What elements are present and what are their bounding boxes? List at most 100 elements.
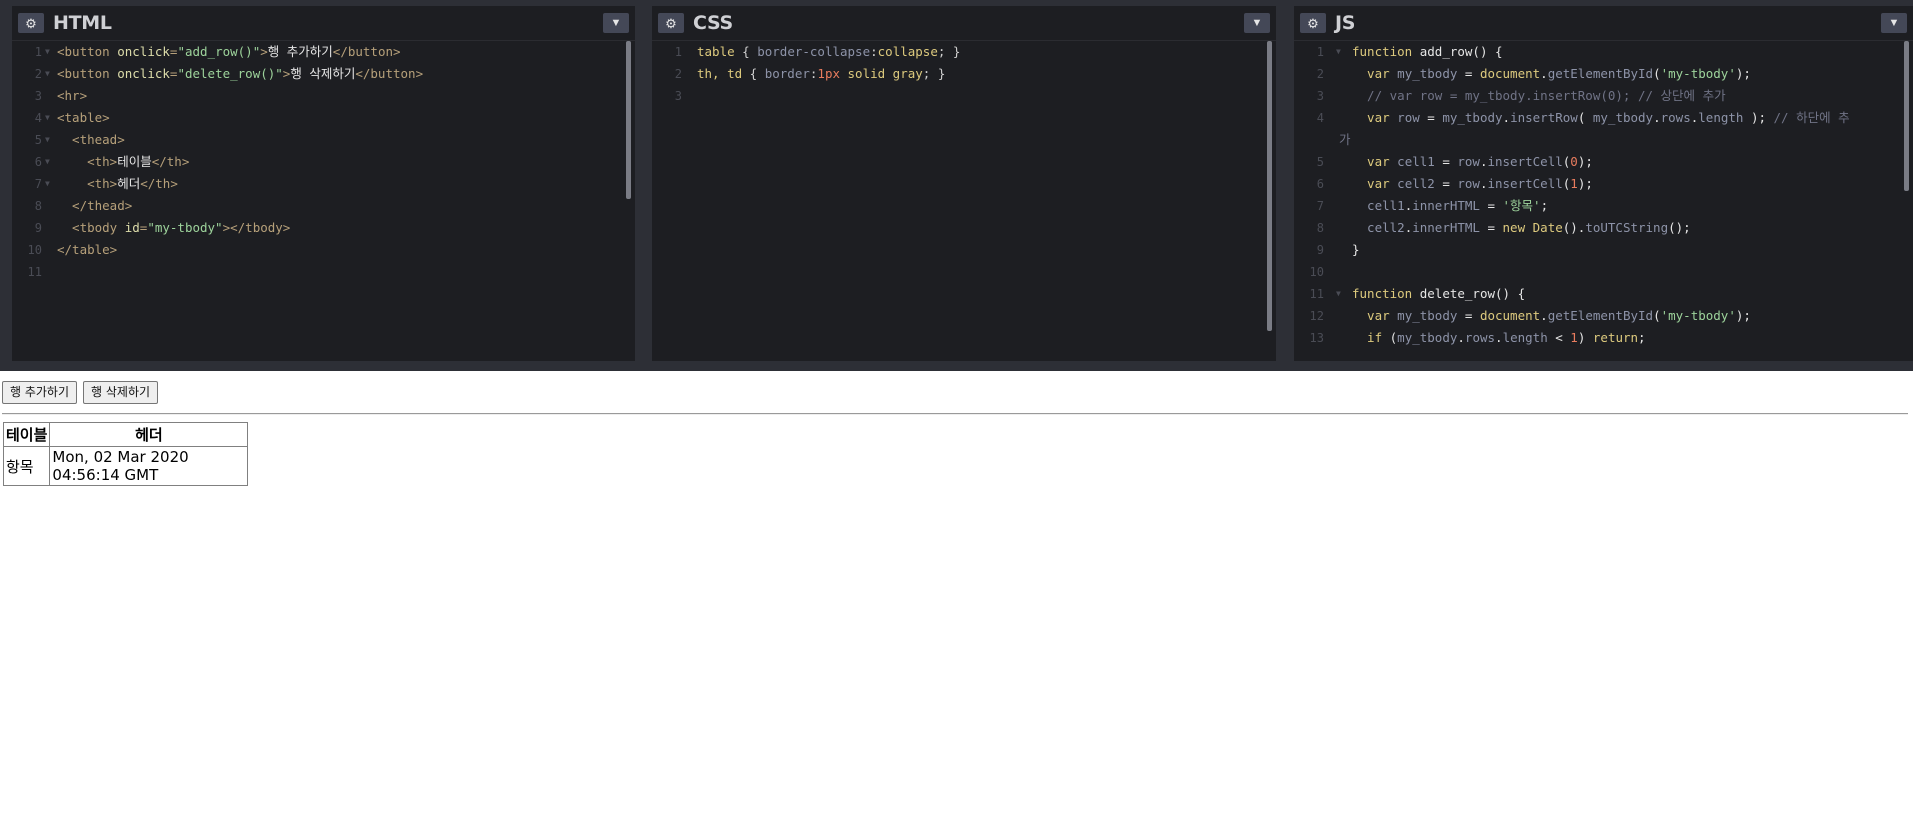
code-text: th, td { border:1px solid gray; } — [697, 66, 946, 81]
chevron-down-icon[interactable]: ▼ — [603, 13, 629, 33]
fold-arrow-icon[interactable]: ▼ — [1336, 41, 1341, 63]
js-pane-header: ⚙ JS ▼ — [1294, 6, 1913, 40]
css-pane-title: CSS — [693, 12, 733, 34]
code-line[interactable]: 2 ▼ <button onclick="delete_row()">행 삭제하기<… — [12, 63, 635, 85]
code-line[interactable]: 8 </thead> — [12, 195, 635, 217]
gear-icon[interactable]: ⚙ — [18, 13, 44, 33]
line-number: 11 — [27, 265, 42, 279]
code-line[interactable]: 6 var cell2 = row.insertCell(1); — [1294, 173, 1913, 195]
css-code-editor[interactable]: 1 table { border-collapse:collapse; } 2 th,… — [652, 41, 1276, 361]
table-cell: Mon, 02 Mar 2020 04:56:14 GMT — [49, 446, 249, 486]
line-number: 11 — [1309, 287, 1324, 301]
code-line[interactable]: 3 <hr> — [12, 85, 635, 107]
code-line[interactable]: 10 </table> — [12, 239, 635, 261]
code-line[interactable]: 5 var cell1 = row.insertCell(0); — [1294, 151, 1913, 173]
line-number: 2 — [674, 67, 682, 81]
line-number: 6 — [34, 155, 42, 169]
result-preview: 행 추가하기 행 삭제하기 테이블 헤더 항목 Mon, 02 Mar 2020… — [0, 371, 1913, 834]
code-line[interactable]: 2 var my_tbody = document.getElementById… — [1294, 63, 1913, 85]
code-line[interactable]: 6 ▼ <th>테이블</th> — [12, 151, 635, 173]
html-code-editor[interactable]: 1 ▼ <button onclick="add_row()">행 추가하기</bu… — [12, 41, 635, 361]
code-line[interactable]: 12 var my_tbody = document.getElementByI… — [1294, 305, 1913, 327]
code-line[interactable]: 7 cell1.innerHTML = '항목'; — [1294, 195, 1913, 217]
line-number: 5 — [1316, 155, 1324, 169]
line-number: 1 — [34, 45, 42, 59]
line-number: 4 — [34, 111, 42, 125]
line-number: 1 — [674, 45, 682, 59]
code-text: <th>헤더</th> — [57, 176, 178, 191]
code-text: var cell2 = row.insertCell(1); — [1352, 176, 1593, 191]
horizontal-rule — [2, 413, 1908, 415]
code-text: // var row = my_tbody.insertRow(0); // 상… — [1352, 88, 1726, 103]
fold-arrow-icon[interactable]: ▼ — [45, 129, 50, 151]
code-text: <tbody id="my-tbody"></tbody> — [57, 220, 291, 235]
fold-arrow-icon[interactable]: ▼ — [45, 107, 50, 129]
code-line[interactable]: 1 ▼ function add_row() { — [1294, 41, 1913, 63]
code-text: if (my_tbody.rows.length < 1) return; — [1352, 330, 1646, 345]
fold-arrow-icon[interactable]: ▼ — [45, 63, 50, 85]
code-text: var row = my_tbody.insertRow( my_tbody.r… — [1352, 110, 1850, 125]
code-line[interactable]: 9 <tbody id="my-tbody"></tbody> — [12, 217, 635, 239]
line-number: 9 — [1316, 243, 1324, 257]
js-editor-pane: ⚙ JS ▼ 1 ▼ function add_row() { 2 var my_tb… — [1294, 6, 1913, 361]
code-line[interactable]: 11 ▼ function delete_row() { — [1294, 283, 1913, 305]
line-number: 7 — [1316, 199, 1324, 213]
table-header-cell: 테이블 — [2, 422, 51, 447]
code-line[interactable]: 4 ▼ <table> — [12, 107, 635, 129]
chevron-down-icon[interactable]: ▼ — [1244, 13, 1270, 33]
fold-arrow-icon[interactable]: ▼ — [1336, 283, 1341, 305]
css-pane-header: ⚙ CSS ▼ — [652, 6, 1276, 40]
html-pane-header: ⚙ HTML ▼ — [12, 6, 635, 40]
table-row: 항목 Mon, 02 Mar 2020 04:56:14 GMT — [2, 446, 249, 486]
code-line[interactable]: 10 — [1294, 261, 1913, 283]
js-code-editor[interactable]: 1 ▼ function add_row() { 2 var my_tbody = d… — [1294, 41, 1913, 361]
code-text: </thead> — [57, 198, 133, 213]
code-text: function delete_row() { — [1352, 286, 1526, 301]
line-number: 2 — [34, 67, 42, 81]
code-text: cell1.innerHTML = '항목'; — [1352, 198, 1549, 213]
chevron-down-icon[interactable]: ▼ — [1881, 13, 1907, 33]
fold-arrow-icon[interactable]: ▼ — [45, 173, 50, 195]
code-line[interactable]: 2 th, td { border:1px solid gray; } — [652, 63, 1276, 85]
line-number: 12 — [1309, 309, 1324, 323]
line-number: 3 — [34, 89, 42, 103]
js-pane-title: JS — [1335, 12, 1356, 34]
gear-icon[interactable]: ⚙ — [1300, 13, 1326, 33]
code-line[interactable]: 5 ▼ <thead> — [12, 129, 635, 151]
line-number: 10 — [27, 243, 42, 257]
line-number: 5 — [34, 133, 42, 147]
delete-row-button[interactable]: 행 삭제하기 — [83, 381, 159, 404]
code-line[interactable]: 3 — [652, 85, 1276, 107]
line-number: 3 — [1316, 89, 1324, 103]
code-line[interactable]: 1 table { border-collapse:collapse; } — [652, 41, 1276, 63]
editor-area: ⚙ HTML ▼ 1 ▼ <button onclick="add_row()">행… — [0, 0, 1913, 371]
line-number: 8 — [34, 199, 42, 213]
code-line[interactable]: 3 // var row = my_tbody.insertRow(0); //… — [1294, 85, 1913, 107]
code-text: } — [1352, 242, 1360, 257]
code-text: table { border-collapse:collapse; } — [697, 44, 961, 59]
css-editor-pane: ⚙ CSS ▼ 1 table { border-collapse:collaps… — [652, 6, 1276, 361]
code-line[interactable]: 4 var row = my_tbody.insertRow( my_tbody… — [1294, 107, 1913, 129]
fold-arrow-icon[interactable]: ▼ — [45, 41, 50, 63]
code-text: <hr> — [57, 88, 88, 103]
gear-icon[interactable]: ⚙ — [658, 13, 684, 33]
code-text: function add_row() { — [1352, 44, 1503, 59]
code-text: <button onclick="add_row()">행 추가하기</butt… — [57, 44, 401, 59]
code-line[interactable]: 가 — [1294, 129, 1913, 151]
code-text: <th>테이블</th> — [57, 154, 190, 169]
code-line[interactable]: 7 ▼ <th>헤더</th> — [12, 173, 635, 195]
line-number: 9 — [34, 221, 42, 235]
code-line[interactable]: 8 cell2.innerHTML = new Date().toUTCStri… — [1294, 217, 1913, 239]
line-number: 1 — [1316, 45, 1324, 59]
fold-arrow-icon[interactable]: ▼ — [45, 151, 50, 173]
code-line[interactable]: 13 if (my_tbody.rows.length < 1) return; — [1294, 327, 1913, 349]
add-row-button[interactable]: 행 추가하기 — [2, 381, 78, 404]
line-number: 8 — [1316, 221, 1324, 235]
line-number: 6 — [1316, 177, 1324, 191]
code-line[interactable]: 11 — [12, 261, 635, 283]
code-line[interactable]: 1 ▼ <button onclick="add_row()">행 추가하기</bu… — [12, 41, 635, 63]
code-line[interactable]: 9} — [1294, 239, 1913, 261]
line-number: 13 — [1309, 331, 1324, 345]
line-number: 3 — [674, 89, 682, 103]
line-number: 10 — [1309, 265, 1324, 279]
